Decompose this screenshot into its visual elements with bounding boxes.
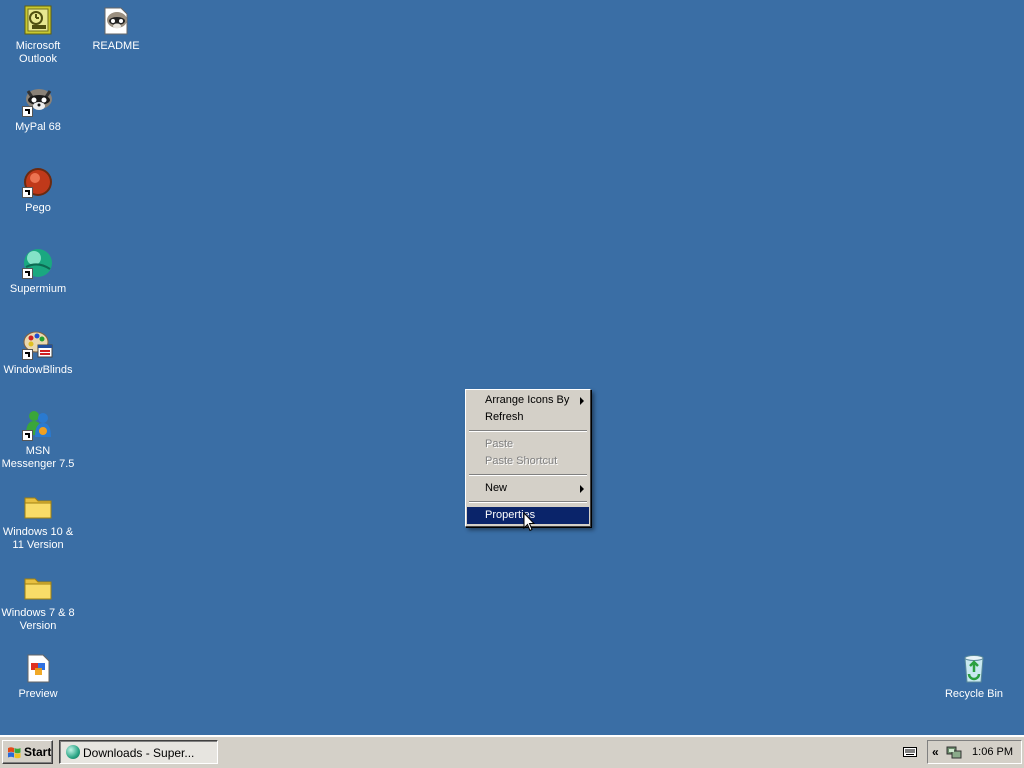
supermium-globe-icon <box>66 745 80 759</box>
desktop-icon-label: Windows 7 & 8 Version <box>1 607 75 632</box>
menu-item-new[interactable]: New <box>467 480 589 497</box>
desktop-icon-recycle-bin[interactable]: Recycle Bin <box>936 652 1012 701</box>
desktop-icon-folder-windows-10-11[interactable]: Windows 10 & 11 Version <box>0 490 76 552</box>
mouse-pointer-icon <box>523 512 535 532</box>
menu-separator <box>469 501 587 503</box>
clock[interactable]: 1:06 PM <box>972 746 1013 758</box>
menu-item-label: Refresh <box>485 411 524 423</box>
taskbar-button-downloads-supermium[interactable]: Downloads - Super... <box>59 740 218 764</box>
desktop-icon-label: Windows 10 & 11 Version <box>2 526 74 551</box>
desktop-icon-readme[interactable]: README <box>78 4 154 53</box>
submenu-arrow-icon <box>580 485 584 493</box>
desktop-icon-label: README <box>92 40 140 52</box>
desktop-icon-label: Recycle Bin <box>944 688 1004 700</box>
keyboard-icon[interactable] <box>903 747 917 757</box>
desktop-icon-label: Microsoft Outlook <box>15 40 61 65</box>
desktop-context-menu: Arrange Icons By Refresh Paste Paste Sho… <box>465 389 591 527</box>
recycle-bin-icon <box>958 652 990 684</box>
shortcut-arrow-icon <box>22 268 33 279</box>
menu-separator <box>469 430 587 432</box>
tray-expand-chevron-icon[interactable]: « <box>932 745 939 759</box>
shortcut-arrow-icon <box>22 430 33 441</box>
desktop-icon-supermium[interactable]: Supermium <box>0 247 76 296</box>
desktop-icon-pego[interactable]: Pego <box>0 166 76 215</box>
menu-item-arrange-icons-by[interactable]: Arrange Icons By <box>467 392 589 409</box>
menu-item-label: Paste Shortcut <box>485 455 558 467</box>
taskbar-button-label: Downloads - Super... <box>83 746 195 760</box>
desktop-icon-label: Pego <box>25 202 51 214</box>
menu-item-refresh[interactable]: Refresh <box>467 409 589 426</box>
desktop[interactable]: Microsoft Outlook README MyPal 68 Pego S… <box>0 0 1024 735</box>
system-tray: « 1:06 PM <box>927 740 1022 764</box>
desktop-icon-windowblinds[interactable]: WindowBlinds <box>0 328 76 377</box>
network-tray-icon[interactable] <box>946 744 962 760</box>
shortcut-arrow-icon <box>22 106 33 117</box>
desktop-icon-mypal-68[interactable]: MyPal 68 <box>0 85 76 134</box>
supermium-globe-icon <box>22 247 54 279</box>
menu-separator <box>469 474 587 476</box>
desktop-icon-microsoft-outlook[interactable]: Microsoft Outlook <box>0 4 76 66</box>
mypal-raccoon-icon <box>22 85 54 117</box>
msn-messenger-icon <box>22 409 54 441</box>
shortcut-arrow-icon <box>22 187 33 198</box>
start-label: Start <box>24 745 52 759</box>
desktop-icon-label: MyPal 68 <box>15 121 61 133</box>
folder-icon <box>22 490 54 522</box>
menu-item-label: New <box>485 482 508 494</box>
preview-document-icon <box>22 652 54 684</box>
desktop-icon-label: Supermium <box>9 283 67 295</box>
windowblinds-palette-icon <box>22 328 54 360</box>
desktop-icon-folder-windows-7-8[interactable]: Windows 7 & 8 Version <box>0 571 76 633</box>
menu-item-label: Paste <box>485 438 514 450</box>
pego-red-ball-icon <box>22 166 54 198</box>
start-button[interactable]: Start <box>2 740 53 764</box>
menu-item-label: Arrange Icons By <box>485 394 570 406</box>
desktop-icon-label: Preview <box>18 688 58 700</box>
windows-flag-icon <box>8 747 21 759</box>
taskbar: Start Downloads - Super... « 1:06 PM <box>0 735 1024 768</box>
desktop-icon-msn-messenger[interactable]: MSN Messenger 7.5 <box>0 409 76 471</box>
readme-document-icon <box>100 4 132 36</box>
submenu-arrow-icon <box>580 397 584 405</box>
outlook-icon <box>22 4 54 36</box>
desktop-icon-preview[interactable]: Preview <box>0 652 76 701</box>
desktop-icon-label: WindowBlinds <box>3 364 73 376</box>
menu-item-paste[interactable]: Paste <box>467 436 589 453</box>
shortcut-arrow-icon <box>22 349 33 360</box>
desktop-icon-label: MSN Messenger 7.5 <box>1 445 75 470</box>
folder-icon <box>22 571 54 603</box>
menu-item-paste-shortcut[interactable]: Paste Shortcut <box>467 453 589 470</box>
